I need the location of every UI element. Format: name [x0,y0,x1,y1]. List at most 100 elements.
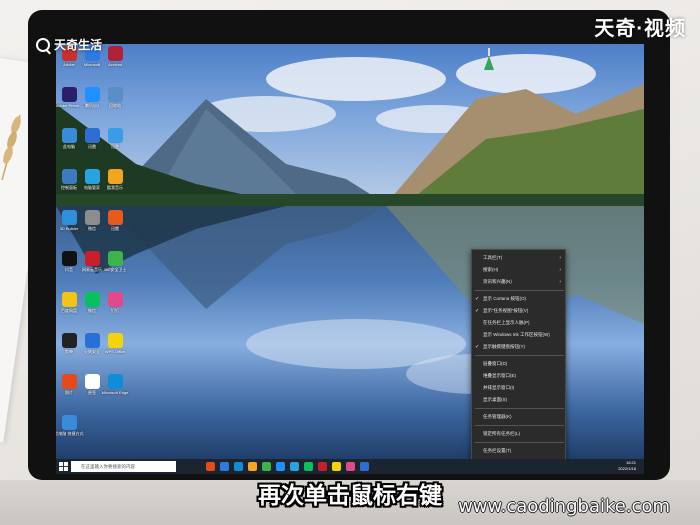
app-icon [107,169,123,184]
desktop-icon[interactable]: 腾讯QQ [81,87,103,117]
desktop-icon-label: WPS Office [104,349,126,354]
context-menu-item[interactable]: 显示桌面(S) [472,394,565,406]
context-menu-item[interactable]: ✓ 显示"任务视图"按钮(V) [472,305,565,317]
app-icon [107,292,123,307]
desktop-icon[interactable]: 360安全卫士 [104,251,126,281]
desktop-icon-label: 照片 [65,390,73,395]
taskbar[interactable]: 在这里输入你要搜索的内容 16:21 2022/1/18 [56,459,644,474]
desktop-icon-label: 腾讯QQ [84,103,100,108]
context-menu-item[interactable]: 任务栏设置(T) [472,445,565,457]
taskbar-context-menu: 工具栏(T) › 搜索(H) › 资讯和兴趣(N) › ✓ 显示 Cortana 按钮(O) ✓… [471,249,566,461]
desktop-icon-label: 电脑管家 [84,185,100,190]
menu-item-label: 工具栏(T) [483,255,503,260]
menu-item-label: 锁定所有任务栏(L) [483,431,520,436]
app-icon [84,87,100,102]
context-menu-item[interactable]: 堆叠显示窗口(E) [472,370,565,382]
taskbar-app-icon[interactable] [318,462,327,471]
taskbar-app-icon[interactable] [304,462,313,471]
desktop-icon-label: 百度网盘 [61,308,77,313]
desktop-icon[interactable]: WPS Office [104,333,126,363]
context-menu-item[interactable]: 显示 Windows Ink 工作区按钮(W) [472,329,565,341]
desktop-icon-label: 迅雷 [111,144,119,149]
desktop-icon-label: 火绒安全 [84,349,100,354]
desktop-icon[interactable]: 电脑管家 [81,169,103,199]
menu-item-label: 显示桌面(S) [483,397,507,402]
context-menu-item[interactable]: 任务管理器(K) [472,411,565,423]
desktop-icon-label: Adobe [63,62,75,67]
checkmark-icon: ✓ [475,308,480,314]
desktop-icon[interactable]: 火绒安全 [81,333,103,363]
menu-separator [475,290,564,291]
app-icon [84,251,100,266]
desktop-icon[interactable]: 照片 [58,374,80,404]
desktop-icon[interactable]: 迅雷 [104,128,126,158]
site-url: www.caodingbaike.com [458,496,670,517]
app-icon [84,210,100,225]
desktop-icon-label: 剪映 [65,349,73,354]
menu-item-label: 任务栏设置(T) [483,448,512,453]
desktop-icon[interactable]: 抖音 [58,251,80,281]
taskbar-search-box[interactable]: 在这里输入你要搜索的内容 [71,461,176,472]
wheat-decoration [1,114,21,180]
desktop-icon[interactable]: Adobe Premi... [56,87,82,117]
context-menu-item[interactable]: ✓ 显示 Cortana 按钮(O) [472,293,565,305]
windows-start-icon[interactable] [59,462,68,471]
desktop-icon[interactable]: 微信 [81,210,103,240]
menu-item-label: 显示"任务视图"按钮(V) [483,308,529,313]
taskbar-app-icon[interactable] [290,462,299,471]
taskbar-app-icon[interactable] [220,462,229,471]
desktop-icon[interactable]: Acrobat [104,46,126,76]
taskbar-app-icon[interactable] [206,462,215,471]
desktop-icon[interactable]: 迅雷 [81,128,103,158]
desktop-icon-label: 抖音 [65,267,73,272]
menu-item-label: 显示 Windows Ink 工作区按钮(W) [483,332,550,337]
taskbar-app-icon[interactable] [360,462,369,471]
taskbar-app-icon[interactable] [234,462,243,471]
context-menu-item[interactable]: ✓ 显示触摸键盘按钮(Y) [472,341,565,353]
app-icon [84,128,100,143]
checkmark-icon: ✓ [475,344,480,350]
desktop-screen[interactable]: Adobe Microsoft Acrobat Adobe Premi... 腾讯QQ 回… [56,44,644,474]
app-icon [61,374,77,389]
menu-item-label: 搜索(H) [483,267,499,272]
context-menu-item[interactable]: 搜索(H) › [472,264,565,276]
menu-separator [475,355,564,356]
taskbar-app-icon[interactable] [262,462,271,471]
desktop-icon[interactable]: 迅雷 [104,210,126,240]
desktop-icon-label: 迅雷 [88,144,96,149]
desktop-icon[interactable]: 回收站 [104,87,126,117]
taskbar-app-icon[interactable] [248,462,257,471]
context-menu-item[interactable]: 层叠窗口(D) [472,358,565,370]
context-menu-item[interactable]: 资讯和兴趣(N) › [472,276,565,288]
taskbar-app-icon[interactable] [332,462,341,471]
app-icon [84,374,100,389]
context-menu-item[interactable]: 锁定所有任务栏(L) [472,428,565,440]
desktop-icon-label: 网易云音乐 [82,267,102,272]
app-icon [107,251,123,266]
app-icon [107,374,123,389]
app-icon [107,128,123,143]
desktop-icon[interactable]: 3D Builder [58,210,80,240]
desktop-icon[interactable]: 微信 [81,292,103,322]
chevron-right-icon: › [559,279,561,285]
context-menu-item[interactable]: 在任务栏上显示人脉(P) [472,317,565,329]
desktop-icon[interactable]: 酷我音乐 [104,169,126,199]
desktop-icon-label: 便签 [88,390,96,395]
taskbar-app-icon[interactable] [346,462,355,471]
app-icon [61,333,77,348]
desktop-icon[interactable]: 此电脑 [58,128,80,158]
desktop-icon[interactable]: 控制面板 [58,169,80,199]
desktop-icon[interactable]: 此电脑 快捷方式 [56,415,84,445]
desktop-icon[interactable]: 钉钉 [104,292,126,322]
desktop-icon[interactable]: 百度网盘 [58,292,80,322]
desktop-icon[interactable]: 剪映 [58,333,80,363]
desktop-icon-label: Microsoft Edge [101,390,129,395]
taskbar-app-icon[interactable] [276,462,285,471]
desktop-icon[interactable]: 网易云音乐 [81,251,103,281]
desktop-icon[interactable]: Microsoft Edge [101,374,129,404]
context-menu-item[interactable]: 并排显示窗口(I) [472,382,565,394]
desktop-icon[interactable]: 便签 [81,374,103,404]
system-clock[interactable]: 16:21 2022/1/18 [618,460,636,472]
context-menu-item[interactable]: 工具栏(T) › [472,252,565,264]
checkmark-icon: ✓ [475,296,480,302]
